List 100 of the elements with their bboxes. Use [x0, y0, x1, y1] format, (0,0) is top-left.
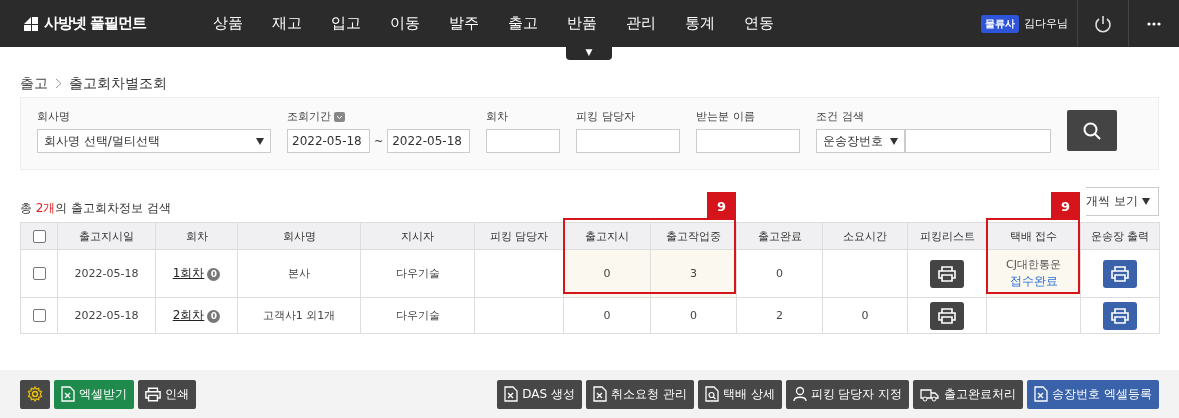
logo-text: 사방넷 풀필먼트: [44, 14, 147, 33]
column-header: 출고완료: [736, 222, 823, 250]
page-size-select[interactable]: 개씩 보기: [1086, 187, 1159, 216]
table-cell: 0: [650, 297, 737, 334]
person-icon: [792, 386, 807, 402]
power-icon[interactable]: [1093, 13, 1113, 34]
menu-item[interactable]: 반품: [552, 14, 611, 33]
chevron-icon: [55, 78, 62, 89]
row-checkbox[interactable]: [32, 309, 46, 323]
caret-icon: [890, 137, 899, 145]
logo[interactable]: 사방넷 풀필먼트: [22, 14, 172, 33]
printer-icon: [1111, 307, 1129, 324]
search-icon: [1082, 120, 1103, 141]
condition-select[interactable]: 운송장번호: [816, 129, 906, 153]
print-button[interactable]: [1103, 301, 1137, 330]
page-title: 출고회차별조회: [69, 74, 167, 93]
role-badge: 물류사: [981, 14, 1019, 33]
receiver-field[interactable]: [696, 129, 801, 153]
start-date-field[interactable]: 2022-05-18: [287, 129, 370, 153]
toolbar-button[interactable]: 피킹 담당자 지정: [785, 379, 910, 409]
truck-icon: [920, 386, 941, 402]
field-label: 회차: [486, 110, 510, 124]
logo-icon: [22, 15, 40, 32]
round-link[interactable]: 1회차: [172, 266, 205, 280]
document-x-icon: [1034, 386, 1049, 402]
table-cell: 0: [861, 309, 869, 322]
print-button[interactable]: [1103, 259, 1137, 288]
menu-item[interactable]: 발주: [434, 14, 493, 33]
toolbar-button[interactable]: 송장번호 엑셀등록: [1027, 379, 1159, 409]
gear-icon: [27, 386, 43, 402]
table-cell: 0: [563, 297, 651, 334]
menu-toggle[interactable]: ▼: [566, 47, 612, 60]
menu-item[interactable]: 연동: [729, 14, 788, 33]
column-header: 지시자: [360, 222, 475, 250]
menu-item[interactable]: 상품: [198, 14, 257, 33]
picker-field[interactable]: [576, 129, 681, 153]
table-cell: 다우기술: [360, 249, 475, 298]
count-badge: 0: [207, 310, 221, 323]
menu-item[interactable]: 출고: [493, 14, 552, 33]
user-name: 김다우님: [1024, 16, 1068, 31]
more-icon[interactable]: [1147, 21, 1161, 26]
column-header: 회차: [155, 222, 238, 250]
company-select[interactable]: 회사명 선택/멀티선택: [37, 129, 271, 153]
toolbar-button[interactable]: 출고완료처리: [913, 379, 1024, 409]
result-summary: 총 2개의 출고회차정보 검색: [20, 200, 172, 217]
printer-icon: [1111, 265, 1129, 282]
document-search-icon: [704, 386, 719, 402]
document-x-icon: [592, 386, 607, 402]
column-header: 출고작업중: [650, 222, 737, 250]
row-checkbox[interactable]: [32, 267, 46, 281]
toolbar-button[interactable]: [20, 379, 50, 409]
table-cell: 2: [736, 297, 823, 334]
column-header: 회사명: [237, 222, 361, 250]
condition-field[interactable]: [905, 129, 1052, 153]
end-date-field[interactable]: 2022-05-18: [387, 129, 471, 153]
toolbar-button[interactable]: 취소요청 관리: [585, 379, 694, 409]
caret-icon: [1142, 198, 1150, 205]
select-all-checkbox[interactable]: [32, 229, 46, 243]
column-header: 출고지시일: [57, 222, 156, 250]
field-label: 회사명: [37, 110, 71, 124]
printer-icon: [145, 386, 161, 402]
round-link[interactable]: 2회차: [172, 308, 205, 322]
table-cell: 본사: [237, 249, 361, 298]
annotation-badge: 9: [1051, 192, 1080, 220]
column-header: 운송장 출력: [1080, 222, 1160, 250]
table-cell: 2022-05-18: [57, 297, 156, 334]
status-link[interactable]: 접수완료: [1009, 273, 1058, 290]
search-button[interactable]: [1067, 110, 1118, 151]
courier-name: CJ대한통운: [1006, 257, 1061, 272]
field-label: 피킹 담당자: [576, 110, 636, 124]
print-button[interactable]: [930, 301, 964, 330]
range-separator: ~: [374, 134, 384, 148]
toolbar-button[interactable]: 엑셀받기: [54, 379, 134, 409]
toolbar-button[interactable]: 인쇄: [138, 379, 196, 409]
count-badge: 0: [207, 268, 221, 281]
toolbar-button[interactable]: 택배 상세: [697, 379, 782, 409]
column-header: 피킹 담당자: [474, 222, 564, 250]
caret-icon: [256, 137, 264, 145]
table-cell: 2022-05-18: [57, 249, 156, 298]
excel-icon: [61, 386, 75, 402]
menu-item[interactable]: 통계: [670, 14, 729, 33]
field-label: 조회기간: [287, 110, 331, 124]
menu-item[interactable]: 이동: [375, 14, 434, 33]
print-button[interactable]: [930, 259, 964, 288]
toolbar-button[interactable]: DAS 생성: [497, 379, 582, 409]
printer-icon: [938, 265, 956, 282]
round-field[interactable]: [486, 129, 561, 153]
column-header: 피킹리스트: [907, 222, 987, 250]
menu-item[interactable]: 입고: [316, 14, 375, 33]
document-x-icon: [504, 386, 519, 402]
dropdown-icon[interactable]: [334, 112, 345, 122]
menu-item[interactable]: 재고: [257, 14, 316, 33]
table-cell: 다우기술: [360, 297, 475, 334]
breadcrumb-item[interactable]: 출고: [20, 74, 48, 93]
field-label: 받는분 이름: [696, 110, 756, 124]
menu-item[interactable]: 관리: [611, 14, 670, 33]
column-header: 소요시간: [822, 222, 908, 250]
column-header: 출고지시: [563, 222, 651, 250]
table-cell: 0: [736, 249, 823, 298]
annotation-badge: 9: [707, 192, 736, 220]
